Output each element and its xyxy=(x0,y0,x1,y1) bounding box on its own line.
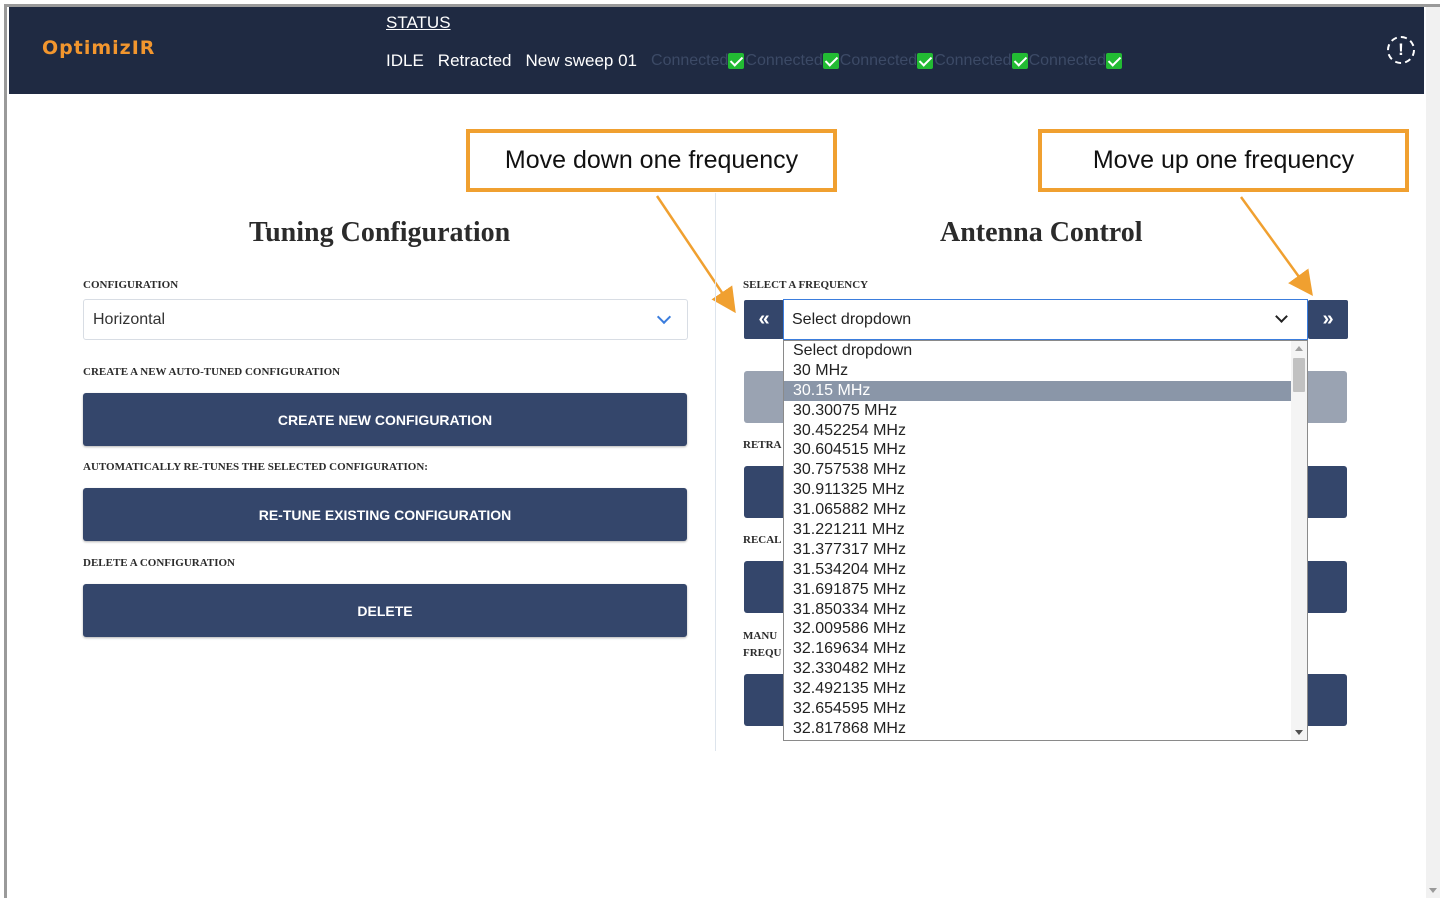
retune-configuration-button[interactable]: RE-TUNE EXISTING CONFIGURATION xyxy=(83,488,687,541)
frequency-label-partial: FREQU xyxy=(743,647,782,659)
prev-frequency-button[interactable]: « xyxy=(744,300,784,339)
delete-button[interactable]: DELETE xyxy=(83,584,687,637)
dropdown-options: Select dropdown 30 MHz 30.15 MHz 30.30075 M… xyxy=(784,341,1307,739)
state-retracted: Retracted xyxy=(437,51,512,70)
create-label: CREATE A NEW AUTO-TUNED CONFIGURATION xyxy=(83,366,341,378)
column-divider xyxy=(715,193,716,751)
frequency-option[interactable]: 30 MHz xyxy=(784,361,1291,381)
frequency-option[interactable]: 31.377317 MHz xyxy=(784,540,1291,560)
tuning-title: Tuning Configuration xyxy=(249,217,511,248)
state-idle: IDLE xyxy=(386,51,424,70)
frequency-option[interactable]: 30.757538 MHz xyxy=(784,460,1291,480)
frequency-option[interactable]: 30.30075 MHz xyxy=(784,401,1291,421)
check-icon xyxy=(917,53,934,69)
callout-move-down: Move down one frequency xyxy=(466,129,837,192)
check-icon xyxy=(1105,53,1122,69)
configuration-select[interactable]: Horizontal xyxy=(83,299,688,340)
status-link[interactable]: STATUS xyxy=(386,13,451,33)
frequency-select[interactable]: Select dropdown xyxy=(783,299,1308,340)
frequency-option[interactable]: 32.009586 MHz xyxy=(784,619,1291,639)
frequency-select-value: Select dropdown xyxy=(792,311,912,328)
delete-label: DELETE A CONFIGURATION xyxy=(83,557,235,569)
check-icon xyxy=(822,53,839,69)
check-icon xyxy=(1011,53,1028,69)
chevron-down-icon xyxy=(1275,310,1288,323)
next-frequency-button[interactable]: » xyxy=(1308,300,1348,339)
frequency-option[interactable]: 31.221211 MHz xyxy=(784,520,1291,540)
scroll-down-icon[interactable] xyxy=(1429,888,1437,893)
frequency-option[interactable]: 32.169634 MHz xyxy=(784,639,1291,659)
frequency-option[interactable]: 32.492135 MHz xyxy=(784,679,1291,699)
manual-label: MANU xyxy=(743,630,778,642)
frequency-option[interactable]: 30.15 MHz xyxy=(784,380,1291,401)
frequency-option[interactable]: 30.604515 MHz xyxy=(784,440,1291,460)
frequency-option[interactable]: 31.534204 MHz xyxy=(784,560,1291,580)
check-icon xyxy=(728,53,745,69)
recalibrate-label: RECAL xyxy=(743,534,782,546)
connection-status-3: Connected xyxy=(840,52,934,70)
page-scrollbar[interactable] xyxy=(1426,7,1440,898)
configuration-value: Horizontal xyxy=(93,311,166,328)
frequency-option[interactable]: 32.817868 MHz xyxy=(784,719,1291,739)
scroll-up-icon[interactable] xyxy=(1295,346,1303,351)
frequency-dropdown-list[interactable]: Select dropdown 30 MHz 30.15 MHz 30.30075 M… xyxy=(783,340,1308,741)
frequency-option[interactable]: 30.452254 MHz xyxy=(784,421,1291,441)
scroll-down-icon[interactable] xyxy=(1295,730,1303,735)
app-logo: OptimizIR xyxy=(42,37,156,59)
chevron-down-icon xyxy=(656,309,672,325)
connection-status-4: Connected xyxy=(934,52,1028,70)
frequency-option[interactable]: 31.691875 MHz xyxy=(784,580,1291,600)
connection-status-2: Connected xyxy=(745,52,839,70)
configuration-label: CONFIGURATION xyxy=(83,279,179,291)
frequency-option[interactable]: 32.654595 MHz xyxy=(784,699,1291,719)
alert-circle-icon[interactable]: ! xyxy=(1387,36,1415,64)
retract-label: RETRA xyxy=(743,439,782,451)
connection-status-1: Connected xyxy=(651,52,745,70)
frequency-option[interactable]: 31.065882 MHz xyxy=(784,500,1291,520)
scrollbar-thumb[interactable] xyxy=(1293,358,1305,392)
antenna-title: Antenna Control xyxy=(940,217,1143,248)
retune-label: AUTOMATICALLY RE-TUNES THE SELECTED CONF… xyxy=(83,461,428,473)
dropdown-scrollbar[interactable] xyxy=(1291,341,1307,740)
create-configuration-button[interactable]: CREATE NEW CONFIGURATION xyxy=(83,393,687,446)
frequency-label: SELECT A FREQUENCY xyxy=(743,279,869,291)
callout-move-up: Move up one frequency xyxy=(1038,129,1409,192)
status-bar: IDLE Retracted New sweep 01 Connected Co… xyxy=(386,51,1123,71)
frequency-option[interactable]: 30.911325 MHz xyxy=(784,480,1291,500)
frequency-option[interactable]: 31.850334 MHz xyxy=(784,600,1291,620)
sweep-name: New sweep 01 xyxy=(525,51,638,70)
top-header: OptimizIR STATUS IDLE Retracted New swee… xyxy=(9,7,1424,94)
connection-status-5: Connected xyxy=(1029,52,1123,70)
frequency-option[interactable]: Select dropdown xyxy=(784,341,1291,361)
frequency-option[interactable]: 32.330482 MHz xyxy=(784,659,1291,679)
